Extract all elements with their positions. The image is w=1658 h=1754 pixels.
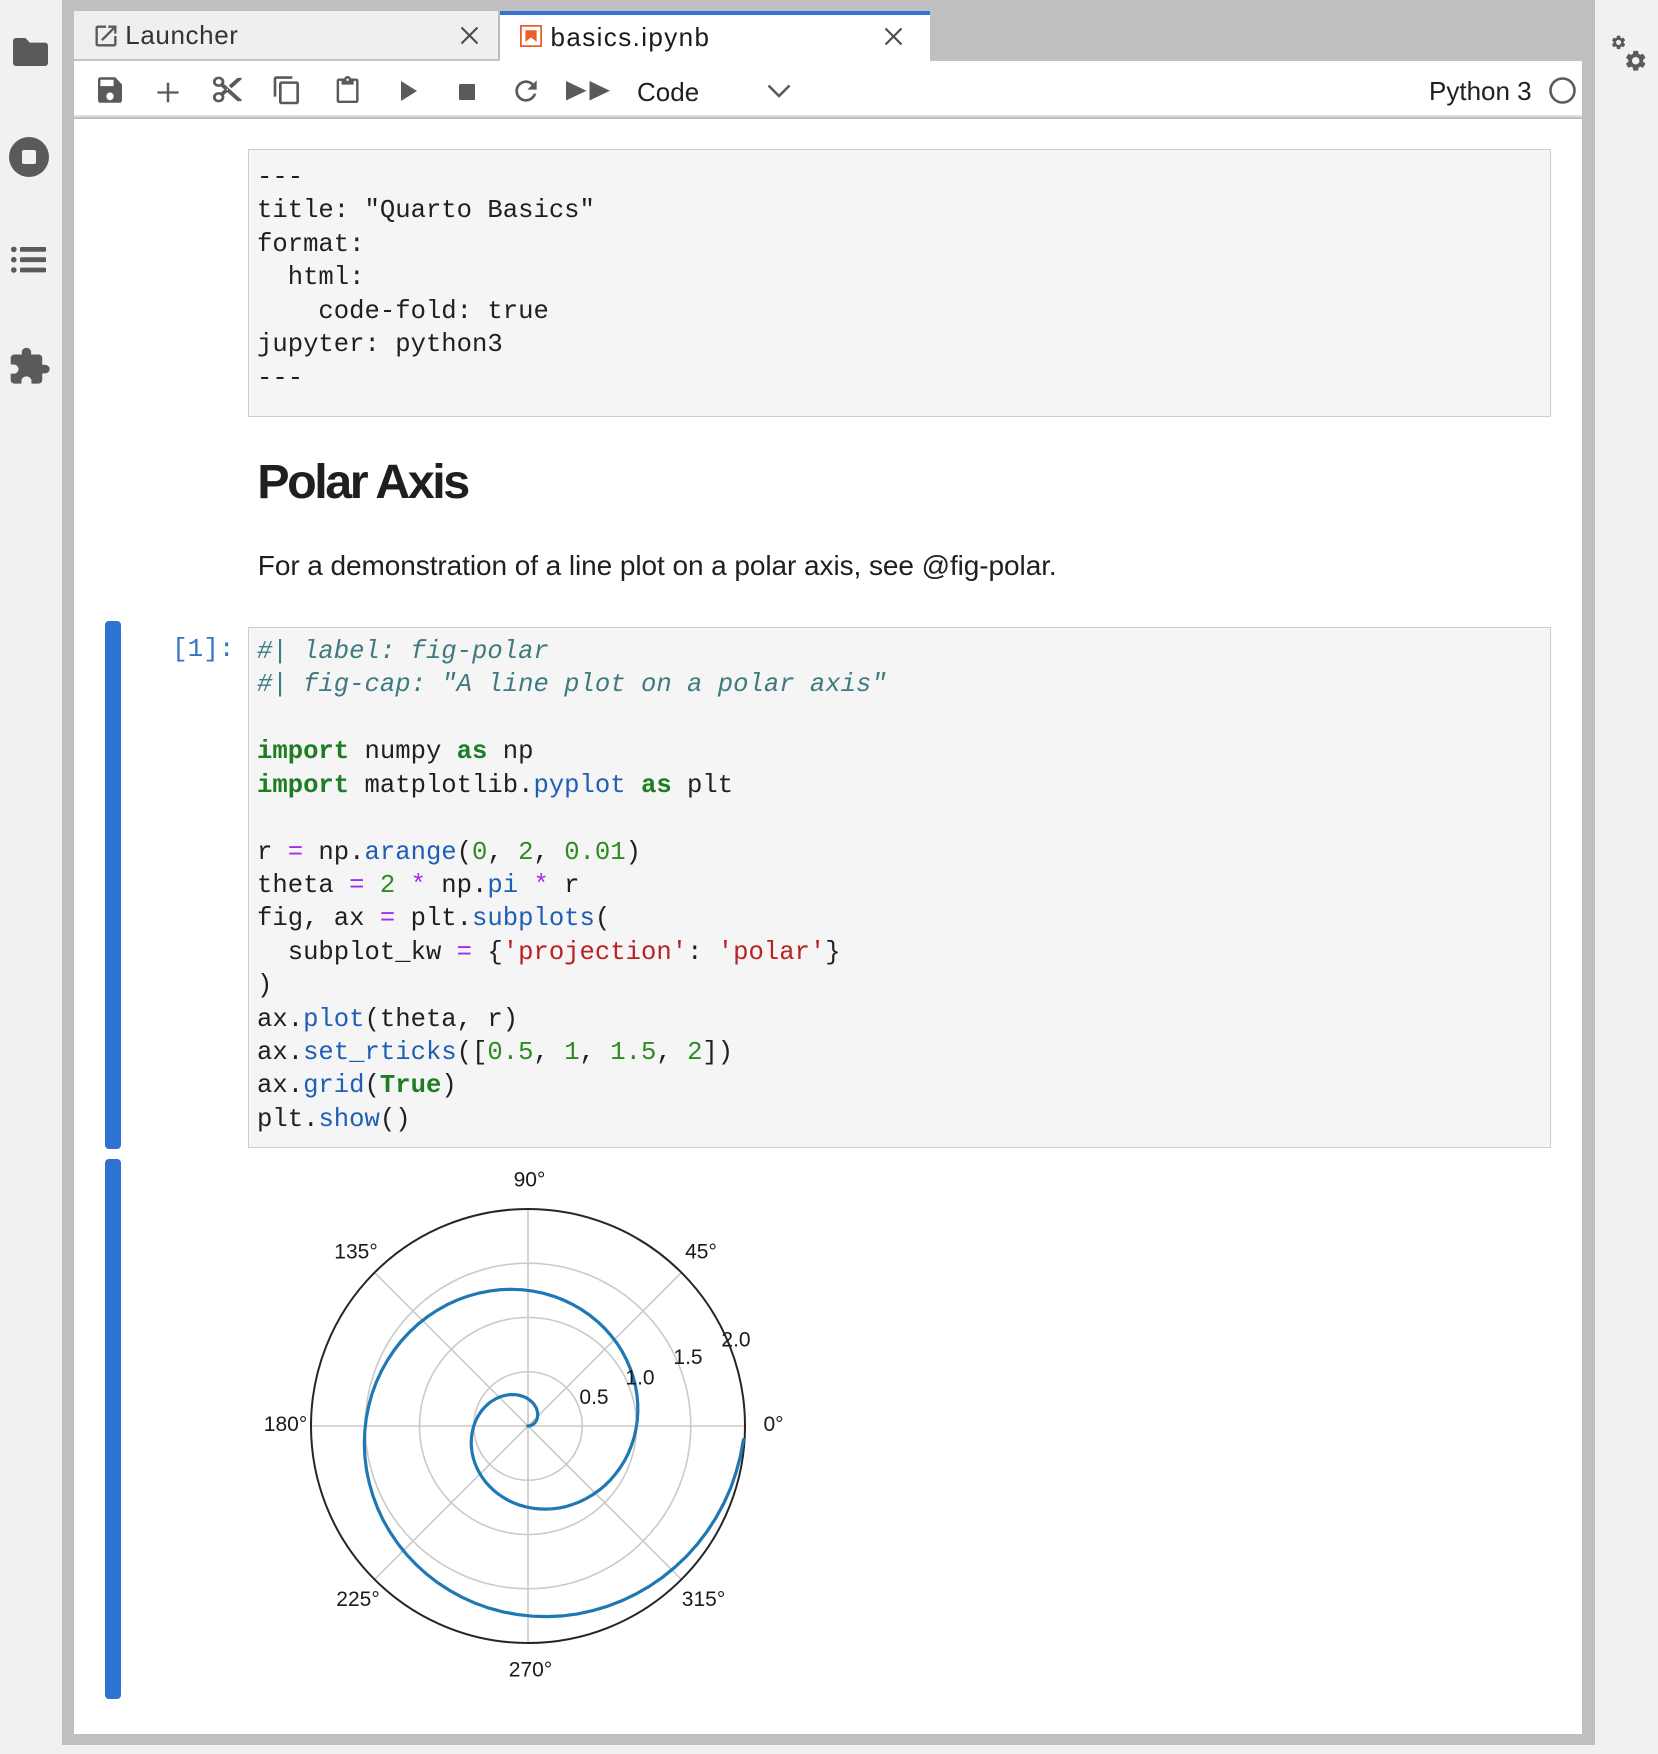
svg-text:0.5: 0.5 [579, 1386, 608, 1409]
svg-text:315°: 315° [682, 1588, 725, 1611]
svg-text:270°: 270° [509, 1659, 552, 1682]
svg-text:135°: 135° [334, 1241, 377, 1264]
svg-text:90°: 90° [514, 1169, 546, 1192]
svg-text:225°: 225° [336, 1588, 379, 1611]
svg-text:2.0: 2.0 [721, 1329, 750, 1352]
svg-text:45°: 45° [685, 1241, 717, 1264]
svg-text:0°: 0° [763, 1413, 783, 1436]
svg-text:180°: 180° [264, 1413, 307, 1436]
svg-text:1.5: 1.5 [673, 1346, 702, 1369]
svg-text:1.0: 1.0 [625, 1367, 654, 1390]
